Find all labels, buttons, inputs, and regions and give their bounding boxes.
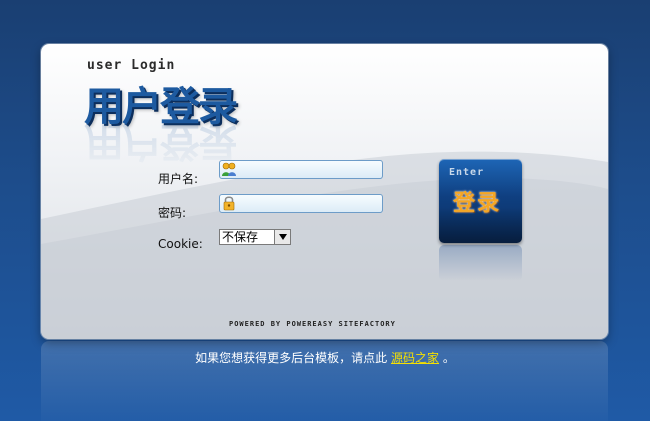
login-button-label: 登录 xyxy=(453,191,502,216)
username-label: 用户名: xyxy=(158,172,199,186)
footer-text: 如果您想获得更多后台模板，请点此 xyxy=(195,351,388,365)
footer: 如果您想获得更多后台模板，请点此 源码之家 。 xyxy=(0,349,650,366)
footer-suffix: 。 xyxy=(442,351,455,365)
cookie-label: Cookie: xyxy=(158,237,203,251)
username-field-wrap xyxy=(219,160,383,179)
footer-link[interactable]: 源码之家 xyxy=(391,351,439,365)
english-title: user Login xyxy=(87,58,176,73)
chevron-down-icon xyxy=(274,230,290,244)
user-group-icon xyxy=(222,162,236,176)
username-input[interactable] xyxy=(219,160,383,179)
password-input[interactable] xyxy=(219,194,383,213)
cookie-select[interactable]: 不保存 xyxy=(219,229,291,245)
login-button-reflection xyxy=(439,245,522,281)
password-field-wrap xyxy=(219,194,383,213)
enter-word: Enter xyxy=(449,167,485,178)
cookie-selected-value: 不保存 xyxy=(222,230,259,244)
login-button[interactable]: Enter 登录 xyxy=(439,159,522,243)
title-reflection: 用户登录 xyxy=(84,118,236,164)
login-panel: user Login 用户登录 用户登录 用户名: 密码: Cookie: En… xyxy=(41,44,608,339)
password-label: 密码: xyxy=(158,206,187,220)
lock-icon xyxy=(223,196,235,211)
powered-by: POWERED BY POWEREASY SITEFACTORY xyxy=(229,320,396,328)
